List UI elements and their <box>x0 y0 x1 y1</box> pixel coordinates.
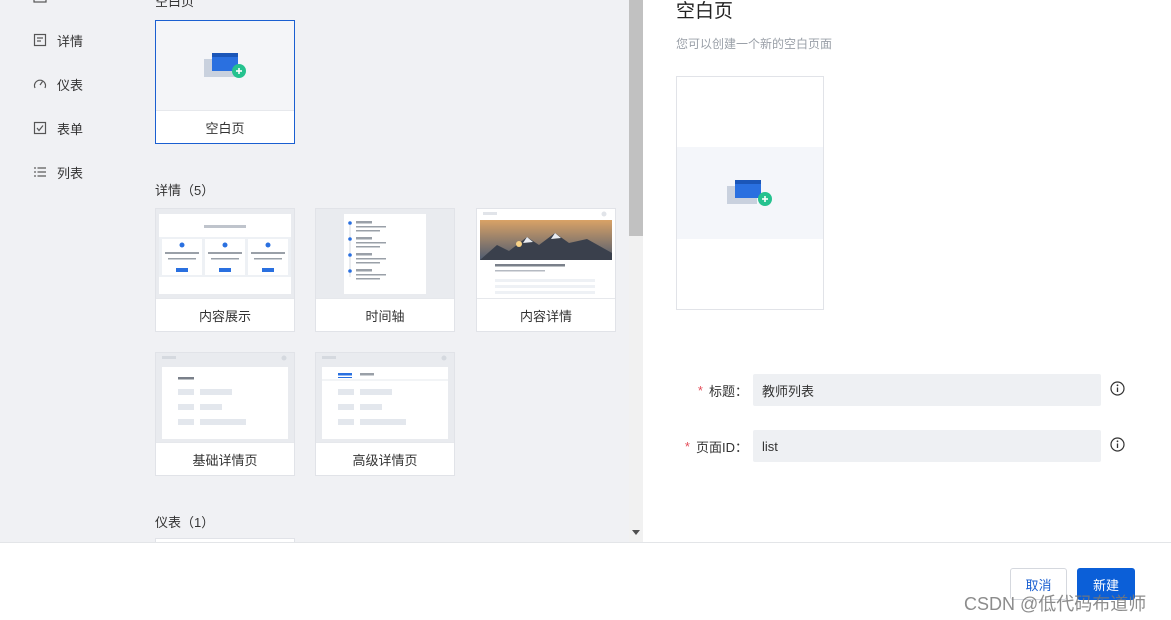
template-card-advanced-detail[interactable]: 高级详情页 <box>315 352 455 476</box>
template-card-content-display[interactable]: 内容展示 <box>155 208 295 332</box>
template-thumbnail <box>477 209 615 298</box>
sidebar-item-label: 详情 <box>57 33 84 49</box>
section-title-detail: 详情（5） <box>155 183 215 198</box>
dashboard-icon <box>33 77 47 91</box>
sidebar-item-form[interactable]: 表单 <box>33 118 83 138</box>
scroll-down-arrow-icon[interactable] <box>632 530 640 535</box>
dialog-footer: 取消 新建 CSDN @低代码布道师 <box>0 542 1171 620</box>
template-gallery: 空白页 空白页 详情（5） 内容展示 时间轴 内容详情 基础详情页 高级详情页 … <box>140 0 629 542</box>
layout-icon <box>33 0 47 3</box>
title-label-text: 标题： <box>708 383 748 399</box>
blank-page-icon <box>727 180 772 206</box>
template-card-label: 内容展示 <box>156 298 294 331</box>
form-row-page-id: * 页面ID： <box>676 430 748 462</box>
template-card-label: 基础详情页 <box>156 442 294 475</box>
preview-title: 空白页 <box>676 1 734 22</box>
title-field-label: * 标题： <box>698 374 748 406</box>
template-scrollbar[interactable] <box>629 0 643 542</box>
required-mark: * <box>684 438 690 454</box>
template-card-label: 时间轴 <box>316 298 454 331</box>
sidebar-item-list[interactable]: 列表 <box>33 162 83 182</box>
page-id-field-label: * 页面ID： <box>685 430 748 462</box>
watermark: CSDN @低代码布道师 <box>964 594 1147 614</box>
template-card-content-detail[interactable]: 内容详情 <box>476 208 616 332</box>
template-card-timeline[interactable]: 时间轴 <box>315 208 455 332</box>
sidebar-item-detail[interactable]: 详情 <box>33 30 83 50</box>
template-thumbnail <box>156 353 294 442</box>
info-icon[interactable] <box>1110 381 1125 396</box>
template-thumbnail <box>316 353 454 442</box>
title-input[interactable] <box>753 374 1101 406</box>
required-mark: * <box>697 382 703 398</box>
sidebar-item-label: 列表 <box>57 165 84 181</box>
template-card-label: 高级详情页 <box>316 442 454 475</box>
document-icon <box>33 33 47 47</box>
template-card-blank[interactable]: 空白页 <box>155 20 295 144</box>
template-card-basic-detail[interactable]: 基础详情页 <box>155 352 295 476</box>
page-id-label-text: 页面ID： <box>695 439 748 455</box>
template-card-label: 内容详情 <box>477 298 615 331</box>
form-row-title: * 标题： <box>676 374 748 406</box>
preview-panel: 空白页 您可以创建一个新的空白页面 * 标题： * 页面ID： <box>643 0 1171 542</box>
sidebar-item-label: 仪表 <box>57 77 84 93</box>
template-card-label: 空白页 <box>156 110 294 143</box>
page-id-input[interactable] <box>753 430 1101 462</box>
sidebar-item-label: 表单 <box>57 121 84 137</box>
section-title-blank: 空白页 <box>155 0 195 9</box>
category-sidebar: 详情 仪表 表单 列表 <box>0 0 140 542</box>
template-thumbnail <box>156 209 294 298</box>
template-thumbnail <box>316 209 454 298</box>
checkbox-icon <box>33 121 47 135</box>
template-thumbnail <box>156 21 294 110</box>
sidebar-item-dashboard[interactable]: 仪表 <box>33 74 83 94</box>
sidebar-item-layout[interactable] <box>33 0 57 6</box>
section-title-dashboard: 仪表（1） <box>155 515 215 530</box>
preview-thumbnail <box>676 76 824 310</box>
blank-page-icon <box>204 53 246 78</box>
info-icon[interactable] <box>1110 437 1125 452</box>
list-icon <box>33 165 47 179</box>
scrollbar-thumb[interactable] <box>629 0 643 236</box>
preview-description: 您可以创建一个新的空白页面 <box>676 37 833 51</box>
